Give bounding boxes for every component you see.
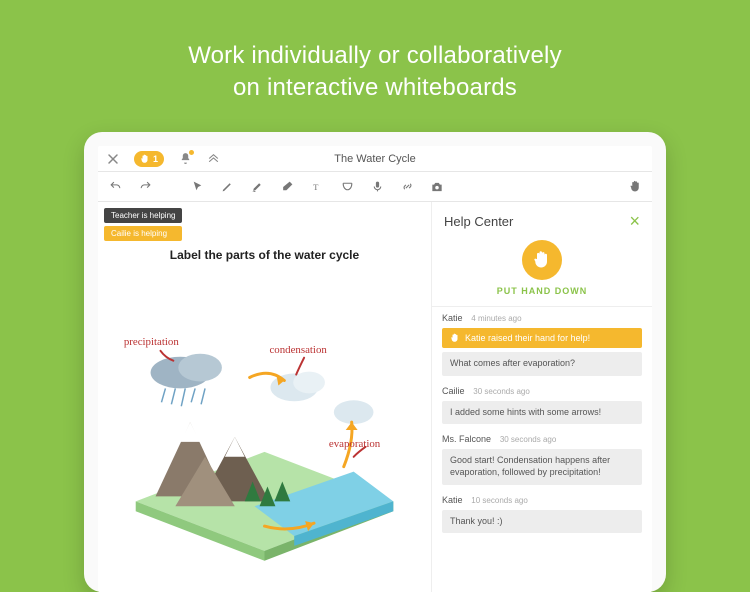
close-icon[interactable] — [106, 152, 120, 166]
main-split: Teacher is helping Cailie is helping Lab… — [98, 202, 652, 592]
put-hand-down-section: PUT HAND DOWN — [432, 234, 652, 307]
tool-bar: T — [98, 172, 652, 202]
message-author: Cailie — [442, 386, 465, 396]
raised-hand-indicator[interactable]: 1 — [134, 151, 164, 167]
shape-tool-icon[interactable] — [340, 180, 354, 194]
event-text: Katie raised their hand for help! — [465, 333, 590, 343]
help-center-title: Help Center — [444, 214, 513, 229]
headline-line-1: Work individually or collaboratively — [188, 42, 562, 69]
cursor-tool-icon[interactable] — [190, 180, 204, 194]
raised-hand-event: Katie raised their hand for help! — [442, 328, 642, 348]
share-icon[interactable] — [206, 152, 220, 166]
notification-dot-icon — [189, 150, 194, 155]
helper-badges: Teacher is helping Cailie is helping — [104, 208, 182, 241]
label-evaporation: evaporation — [329, 438, 381, 450]
notifications-icon[interactable] — [178, 152, 192, 166]
highlighter-tool-icon[interactable] — [250, 180, 264, 194]
eraser-tool-icon[interactable] — [280, 180, 294, 194]
canvas-prompt: Label the parts of the water cycle — [98, 248, 431, 262]
pen-tool-icon[interactable] — [220, 180, 234, 194]
teacher-helping-badge: Teacher is helping — [104, 208, 182, 223]
message-time: 30 seconds ago — [473, 387, 530, 396]
microphone-tool-icon[interactable] — [370, 180, 384, 194]
camera-tool-icon[interactable] — [430, 180, 444, 194]
message-item: Cailie 30 seconds ago I added some hints… — [442, 386, 642, 425]
undo-icon[interactable] — [108, 180, 122, 194]
help-center-header: Help Center × — [432, 202, 652, 234]
svg-text:T: T — [313, 182, 319, 192]
message-author: Katie — [442, 495, 463, 505]
message-item: Ms. Falcone 30 seconds ago Good start! C… — [442, 434, 642, 484]
message-body: Good start! Condensation happens after e… — [442, 449, 642, 484]
message-body: I added some hints with some arrows! — [442, 401, 642, 425]
whiteboard-canvas[interactable]: Teacher is helping Cailie is helping Lab… — [98, 202, 432, 592]
message-author: Katie — [442, 313, 463, 323]
hand-icon — [450, 333, 460, 343]
message-item: Katie 4 minutes ago Katie raised their h… — [442, 313, 642, 376]
message-time: 30 seconds ago — [500, 435, 557, 444]
help-center-panel: Help Center × PUT HAND DOWN Katie 4 minu… — [432, 202, 652, 592]
tablet-frame: 1 The Water Cycle T — [84, 132, 666, 592]
marketing-headline: Work individually or collaboratively on … — [0, 0, 750, 105]
hand-pan-tool-icon[interactable] — [628, 180, 642, 194]
message-author: Ms. Falcone — [442, 434, 491, 444]
text-tool-icon[interactable]: T — [310, 180, 324, 194]
put-hand-down-label: PUT HAND DOWN — [497, 286, 588, 296]
label-precipitation: precipitation — [124, 336, 180, 348]
message-item: Katie 10 seconds ago Thank you! :) — [442, 495, 642, 534]
raised-hand-count: 1 — [153, 154, 158, 164]
top-bar: 1 The Water Cycle — [98, 146, 652, 172]
hand-icon — [532, 250, 552, 270]
water-cycle-illustration: precipitation condensation evaporation — [106, 280, 423, 584]
close-panel-icon[interactable]: × — [629, 212, 640, 230]
put-hand-down-button[interactable] — [522, 240, 562, 280]
app-window: 1 The Water Cycle T — [98, 146, 652, 592]
link-tool-icon[interactable] — [400, 180, 414, 194]
peer-helping-badge: Cailie is helping — [104, 226, 182, 241]
label-condensation: condensation — [269, 344, 327, 356]
headline-line-2: on interactive whiteboards — [233, 74, 517, 101]
message-body: Thank you! :) — [442, 510, 642, 534]
redo-icon[interactable] — [138, 180, 152, 194]
message-time: 10 seconds ago — [471, 496, 528, 505]
message-time: 4 minutes ago — [471, 314, 521, 323]
message-list: Katie 4 minutes ago Katie raised their h… — [432, 307, 652, 592]
message-body: What comes after evaporation? — [442, 352, 642, 376]
